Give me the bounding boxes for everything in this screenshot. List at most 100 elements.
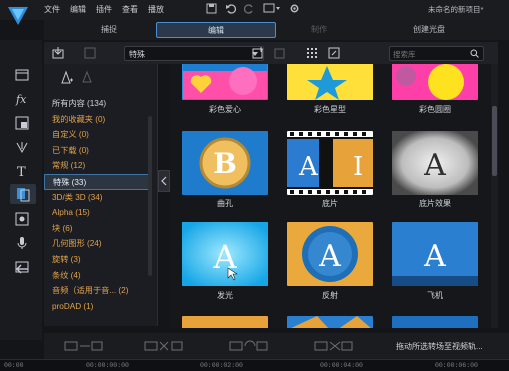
scrollbar-thumb[interactable] (492, 106, 497, 176)
thumbnail (287, 316, 373, 328)
overlap-transition-icon[interactable] (144, 340, 184, 352)
category-item[interactable]: Alpha (15) (44, 205, 150, 221)
category-item[interactable]: 音频（适用于音... (2) (44, 283, 150, 299)
transition-grid: 彩色爱心 彩色星型 彩色圆圈 B 曲孔 AI 底片 A 底片效果 A 发光 A … (170, 64, 490, 328)
undo-icon[interactable] (225, 3, 236, 14)
display-mode-icon[interactable] (263, 3, 281, 14)
thumbnail: AI (287, 131, 373, 195)
dropdown-value: 特殊 (129, 50, 145, 59)
timeline-hint: 拖动所选转场至视频轨... (396, 342, 483, 351)
menu-bar: 文件 编辑 插件 查看 播放 (44, 4, 164, 15)
search-input[interactable] (393, 48, 463, 60)
tile-label: 反射 (322, 291, 338, 300)
collapse-panel-button[interactable] (158, 170, 170, 192)
svg-text:fx: fx (15, 93, 27, 106)
trim-transition-icon[interactable] (64, 340, 104, 352)
category-dropdown[interactable]: 特殊 (124, 46, 264, 61)
pip-room-icon[interactable] (15, 116, 29, 130)
svg-text:T: T (17, 165, 26, 178)
tool-rail: fx T (0, 40, 42, 340)
random-apply-icon[interactable] (314, 340, 354, 352)
ruler-tick: 00:00:02:00 (200, 362, 243, 369)
quick-toolbar (206, 3, 300, 14)
ruler-tick: 00:00:00:00 (86, 362, 129, 369)
svg-text:A: A (298, 152, 319, 182)
title-room-icon[interactable]: T (15, 164, 29, 178)
tab-produce[interactable]: 制作 (284, 22, 354, 38)
chapter-room-icon[interactable] (15, 212, 29, 226)
category-item[interactable]: 块 (6) (44, 221, 150, 237)
save-icon[interactable] (206, 3, 217, 14)
search-icon[interactable] (470, 49, 479, 58)
menu-file[interactable]: 文件 (44, 4, 60, 15)
menu-playback[interactable]: 播放 (148, 4, 164, 15)
thumbnail: A (392, 222, 478, 286)
thumbnail: A (392, 131, 478, 195)
search-box (389, 46, 484, 61)
category-item[interactable]: 3D/类 3D (34) (44, 190, 150, 206)
apply-to-all-icon[interactable] (229, 340, 269, 352)
thumbnail (392, 316, 478, 328)
thumbnail (287, 64, 373, 100)
title-bar: 文件 编辑 插件 查看 播放 未命名的新项目* (0, 0, 509, 25)
category-scrollbar[interactable] (148, 116, 152, 276)
ruler-tick: 00:00:06:00 (435, 362, 478, 369)
category-panel: 所有内容 (134) 我的收藏夹 (0) 自定义 (0) 已下载 (0) 常规 … (44, 64, 158, 326)
settings-gear-icon[interactable] (289, 3, 300, 14)
back-arrow-icon[interactable] (15, 262, 29, 276)
redo-icon[interactable] (244, 3, 255, 14)
tile-label: 飞机 (427, 291, 443, 300)
tile-label: 底片效果 (419, 199, 451, 208)
category-item[interactable]: 常规 (12) (44, 158, 150, 174)
category-item-selected[interactable]: 特殊 (33) (44, 173, 150, 190)
tile-label: 底片 (322, 199, 338, 208)
voice-over-icon[interactable] (15, 236, 29, 250)
transition-room-icon[interactable] (10, 184, 36, 204)
category-item[interactable]: 所有内容 (134) (44, 96, 150, 112)
menu-edit[interactable]: 编辑 (70, 4, 86, 15)
grid-scrollbar[interactable] (491, 64, 498, 328)
chevron-left-icon (161, 176, 167, 186)
particle-room-icon[interactable] (15, 140, 29, 154)
thumbnail (182, 64, 268, 100)
ruler-tick: 00:00 (4, 362, 24, 369)
category-item[interactable]: 条纹 (4) (44, 268, 150, 284)
category-item[interactable]: proDAD (1) (44, 299, 150, 315)
svg-text:I: I (353, 152, 363, 182)
menu-view[interactable]: 查看 (122, 4, 138, 15)
category-item[interactable]: 旋转 (3) (44, 252, 150, 268)
mode-tabs: 捕捉 编辑 制作 创建光盘 (44, 20, 509, 40)
category-item[interactable]: 自定义 (0) (44, 127, 150, 143)
media-room-icon[interactable] (15, 68, 29, 82)
add-to-track-icon[interactable] (252, 47, 264, 59)
ruler-tick: 00:00:04:00 (320, 362, 363, 369)
thumbnail: B (182, 131, 268, 195)
random-transition-icon[interactable] (274, 47, 286, 59)
project-title: 未命名的新项目* (428, 5, 484, 14)
tab-create-disc[interactable]: 创建光盘 (374, 22, 484, 38)
category-item[interactable]: 已下载 (0) (44, 143, 150, 159)
svg-text:A: A (423, 239, 446, 274)
tab-edit[interactable]: 编辑 (156, 22, 276, 38)
category-item[interactable]: 几何图形 (24) (44, 236, 150, 252)
thumbnail-size-icon[interactable] (328, 47, 340, 59)
timeline-toolbar: 拖动所选转场至视频轨... (44, 333, 509, 359)
menu-plugins[interactable]: 插件 (96, 4, 112, 15)
tile-label: 曲孔 (217, 199, 233, 208)
tab-capture[interactable]: 捕捉 (54, 22, 164, 38)
fx-room-icon[interactable]: fx (15, 92, 29, 106)
library-menu-icon[interactable] (84, 47, 96, 59)
category-item[interactable]: 我的收藏夹 (0) (44, 112, 150, 128)
thumbnail: A (182, 222, 268, 286)
svg-text:B: B (213, 147, 237, 180)
thumbnail: A (287, 222, 373, 286)
add-favorite-icon[interactable] (58, 70, 74, 86)
import-icon[interactable] (52, 47, 64, 59)
remove-favorite-icon[interactable] (80, 70, 94, 84)
tile-label: 发光 (217, 291, 233, 300)
app-logo-icon (8, 7, 28, 25)
category-list: 所有内容 (134) 我的收藏夹 (0) 自定义 (0) 已下载 (0) 常规 … (44, 96, 150, 314)
svg-text:A: A (423, 148, 446, 183)
thumbnail (392, 64, 478, 100)
grid-view-icon[interactable] (306, 47, 318, 59)
